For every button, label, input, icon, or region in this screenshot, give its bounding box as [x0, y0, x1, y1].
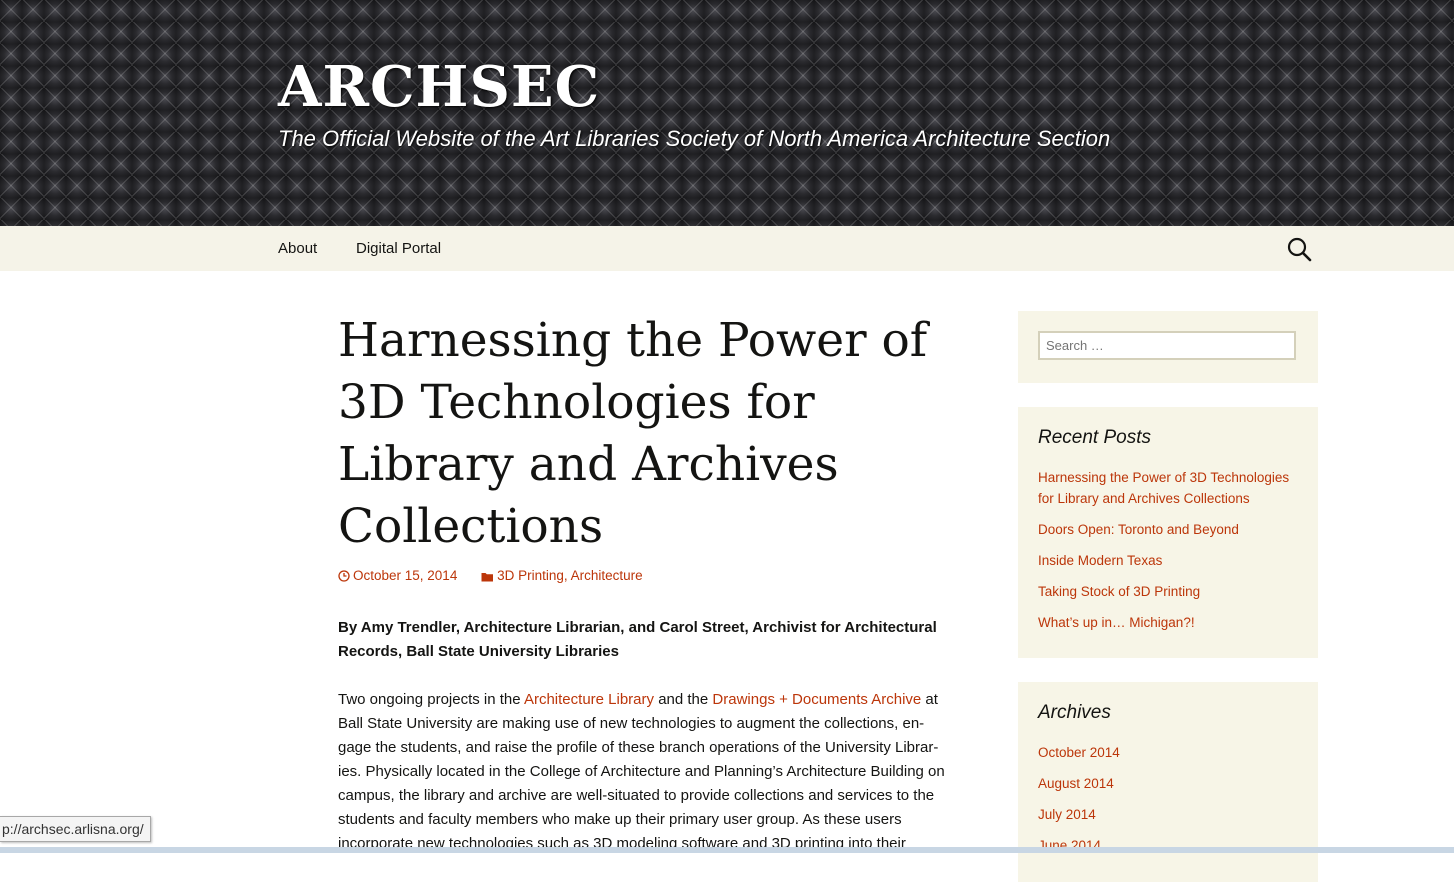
recent-posts-title: Recent Posts [1038, 427, 1151, 448]
post-date-link[interactable]: October 15, 2014 [338, 568, 461, 583]
post-title[interactable]: Harnessing the Power of 3D Technologies … [338, 310, 958, 558]
post-content: Two ongoing projects in the Architecture… [338, 688, 946, 856]
recent-post-link[interactable]: Doors Open: Toronto and Beyond [1038, 519, 1298, 540]
status-bar-url: p://archsec.arlisna.org/ [0, 816, 151, 842]
architecture-library-link[interactable]: Architecture Library [524, 691, 654, 708]
recent-post-link[interactable]: Inside Modern Texas [1038, 550, 1298, 571]
archive-link[interactable]: August 2014 [1038, 773, 1298, 794]
main-navigation: About Digital Portal [0, 226, 1454, 271]
site-header: ARCHSEC The Official Website of the Art … [0, 0, 1454, 226]
category-3d-printing[interactable]: 3D Printing [497, 568, 564, 583]
site-title[interactable]: ARCHSEC [278, 52, 600, 122]
post-byline: By Amy Trendler, Architecture Librarian,… [338, 619, 937, 660]
drawings-documents-archive-link[interactable]: Drawings + Documents Archive [712, 691, 921, 708]
post-meta: October 15, 2014 3D Printing, Architectu… [338, 566, 643, 588]
category-separator: , [563, 568, 571, 583]
recent-posts-widget: Recent Posts Harnessing the Power of 3D … [1018, 407, 1318, 658]
body-text: at Ball State University are making use … [338, 691, 945, 852]
recent-post-link[interactable]: What’s up in… Michigan?! [1038, 612, 1298, 633]
archives-title: Archives [1038, 702, 1111, 723]
post-date: October 15, 2014 [353, 568, 458, 583]
recent-post-link[interactable]: Taking Stock of 3D Printing [1038, 581, 1298, 602]
recent-post-link[interactable]: Harnessing the Power of 3D Technologies … [1038, 467, 1298, 509]
site-description: The Official Website of the Art Librarie… [278, 126, 1111, 151]
folder-icon [481, 568, 494, 588]
window-bottom-edge [0, 847, 1454, 853]
search-input[interactable] [1038, 331, 1296, 360]
archive-link[interactable]: October 2014 [1038, 742, 1298, 763]
category-architecture[interactable]: Architecture [571, 568, 643, 583]
body-text: Two ongoing projects in the [338, 691, 524, 708]
archive-link[interactable]: July 2014 [1038, 804, 1298, 825]
clock-icon [338, 568, 350, 588]
body-text: and the [654, 691, 713, 708]
search-widget [1018, 311, 1318, 383]
nav-item-about[interactable]: About [278, 226, 317, 271]
search-icon[interactable] [1286, 236, 1312, 262]
nav-item-digital-portal[interactable]: Digital Portal [356, 226, 441, 271]
